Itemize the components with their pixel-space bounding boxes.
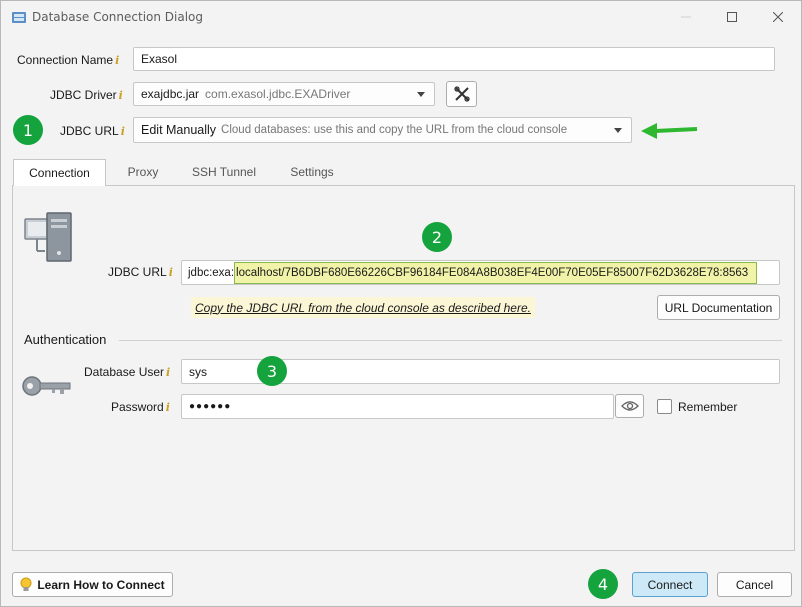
- jdbc-url-prefix: jdbc:exa:: [188, 266, 235, 279]
- jdbc-driver-class: com.exasol.jdbc.EXADriver: [205, 87, 351, 101]
- close-button[interactable]: [755, 1, 801, 33]
- tab-settings-label: Settings: [290, 165, 334, 179]
- annotation-badge-1-text: 1: [22, 120, 34, 140]
- connection-name-label-text: Connection Name: [17, 53, 114, 67]
- annotation-badge-1: 1: [13, 115, 43, 145]
- maximize-icon: [727, 12, 737, 22]
- maximize-button[interactable]: [709, 1, 755, 33]
- authentication-heading: Authentication: [24, 332, 107, 347]
- show-password-button[interactable]: [615, 394, 644, 418]
- annotation-badge-3: 3: [257, 356, 287, 386]
- dialog-window: Database Connection Dialog Connection Na…: [0, 0, 802, 607]
- annotation-badge-4: 4: [588, 569, 618, 599]
- password-input[interactable]: ●●●●●●: [181, 394, 614, 419]
- title-bar: Database Connection Dialog: [1, 1, 801, 33]
- connection-name-input[interactable]: Exasol: [133, 47, 775, 71]
- password-value: ●●●●●●: [189, 401, 232, 412]
- annotation-badge-2: 2: [422, 222, 452, 252]
- info-icon: i: [168, 266, 173, 279]
- tab-proxy[interactable]: Proxy: [113, 159, 173, 185]
- tab-connection-label: Connection: [29, 166, 90, 180]
- tab-settings[interactable]: Settings: [277, 159, 347, 185]
- learn-how-to-connect-label: Learn How to Connect: [37, 577, 165, 592]
- database-user-label: Database User i: [84, 365, 170, 379]
- window-title: Database Connection Dialog: [32, 10, 204, 24]
- connect-button[interactable]: Connect: [632, 572, 708, 597]
- password-label: Password i: [111, 400, 170, 414]
- cancel-button-label: Cancel: [735, 577, 774, 592]
- eye-icon: [620, 401, 639, 411]
- jdbc-url-mode-label-text: JDBC URL: [60, 124, 119, 138]
- green-arrow-icon: [641, 123, 698, 139]
- info-icon: i: [165, 401, 170, 414]
- chevron-down-icon: [614, 128, 622, 133]
- jdbc-url-highlight: localhost/7B6DBF680E66226CBF96184FE084A8…: [234, 261, 758, 284]
- tools-icon: [453, 86, 470, 102]
- lightbulb-icon: [20, 577, 32, 591]
- jdbc-driver-label: JDBC Driver i: [50, 88, 123, 102]
- minimize-icon: [681, 16, 691, 18]
- connect-button-label: Connect: [647, 577, 693, 592]
- remember-checkbox[interactable]: [657, 399, 672, 414]
- info-icon: i: [118, 89, 123, 102]
- tab-ssh-tunnel[interactable]: SSH Tunnel: [181, 159, 267, 185]
- learn-how-to-connect-button[interactable]: Learn How to Connect: [12, 572, 173, 597]
- key-icon: [22, 376, 71, 396]
- jdbc-url-label: JDBC URL i: [108, 265, 173, 279]
- cancel-button[interactable]: Cancel: [717, 572, 792, 597]
- chevron-down-icon: [417, 92, 425, 97]
- annotation-badge-3-text: 3: [266, 361, 278, 381]
- tab-connection[interactable]: Connection: [13, 159, 106, 186]
- database-icon: [12, 12, 26, 23]
- jdbc-url-mode-hint: Cloud databases: use this and copy the U…: [221, 124, 568, 136]
- connection-name-label: Connection Name i: [17, 53, 119, 67]
- url-documentation-button-label: URL Documentation: [664, 300, 773, 315]
- remember-label: Remember: [678, 400, 738, 414]
- driver-settings-button[interactable]: [446, 81, 477, 107]
- password-label-text: Password: [111, 400, 164, 414]
- tab-ssh-tunnel-label: SSH Tunnel: [191, 165, 257, 179]
- jdbc-driver-select[interactable]: exajdbc.jar com.exasol.jdbc.EXADriver: [133, 82, 435, 106]
- close-icon: [773, 12, 783, 22]
- minimize-button[interactable]: [663, 1, 709, 33]
- jdbc-url-help-link[interactable]: Copy the JDBC URL from the cloud console…: [191, 297, 535, 318]
- jdbc-url-mode-label: JDBC URL i: [60, 124, 125, 138]
- server-icon: [24, 212, 72, 262]
- database-user-value: sys: [189, 364, 207, 379]
- jdbc-driver-value: exajdbc.jar: [141, 87, 200, 101]
- connection-name-value: Exasol: [141, 52, 178, 66]
- info-icon: i: [166, 366, 171, 379]
- jdbc-url-rest: localhost/7B6DBF680E66226CBF96184FE084A8…: [236, 266, 749, 279]
- jdbc-url-mode-select[interactable]: Edit Manually Cloud databases: use this …: [133, 117, 632, 143]
- tab-proxy-label: Proxy: [127, 165, 159, 179]
- database-user-label-text: Database User: [84, 365, 165, 379]
- annotation-badge-2-text: 2: [431, 227, 443, 247]
- info-icon: i: [115, 54, 120, 67]
- annotation-badge-4-text: 4: [597, 574, 609, 594]
- section-divider: [119, 340, 782, 341]
- info-icon: i: [120, 125, 125, 138]
- jdbc-url-help-link-text: Copy the JDBC URL from the cloud console…: [195, 300, 531, 315]
- jdbc-url-label-text: JDBC URL: [108, 265, 167, 279]
- jdbc-driver-label-text: JDBC Driver: [50, 88, 117, 102]
- url-documentation-button[interactable]: URL Documentation: [657, 295, 780, 320]
- jdbc-url-input[interactable]: jdbc:exa: localhost/7B6DBF680E66226CBF96…: [181, 260, 780, 285]
- jdbc-url-mode-value: Edit Manually: [141, 123, 217, 137]
